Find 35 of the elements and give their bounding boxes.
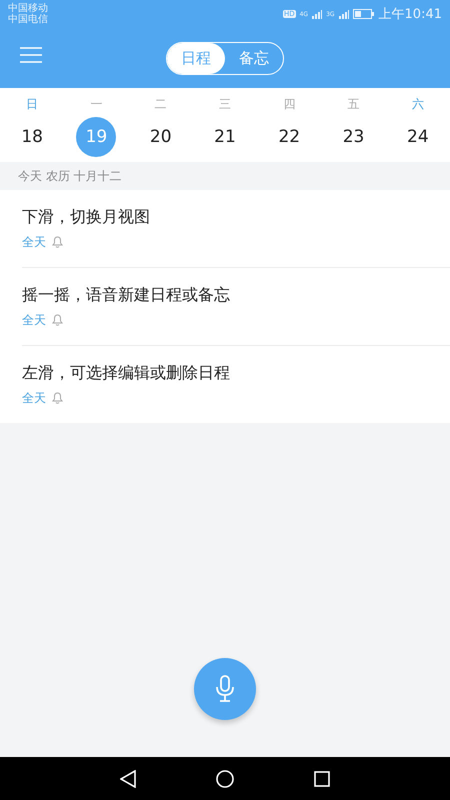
event-time: 全天 bbox=[22, 234, 46, 250]
battery-icon bbox=[352, 9, 375, 19]
signal-icon bbox=[312, 10, 322, 18]
weekday-label: 日 bbox=[26, 96, 38, 113]
bell-icon bbox=[52, 236, 63, 248]
event-title: 摇一摇，语音新建日程或备忘 bbox=[22, 284, 231, 306]
lunar-date: 今天 农历 十月十二 bbox=[18, 168, 122, 184]
bell-icon bbox=[52, 392, 63, 404]
weekday-label: 二 bbox=[154, 96, 167, 113]
weekday-label: 四 bbox=[283, 96, 296, 113]
signal-icon bbox=[338, 10, 349, 18]
menu-icon[interactable] bbox=[20, 47, 42, 63]
event-title: 下滑，切换月视图 bbox=[22, 206, 151, 228]
back-icon[interactable] bbox=[120, 770, 136, 788]
event-time: 全天 bbox=[22, 390, 46, 406]
microphone-icon bbox=[215, 675, 235, 703]
date-cell[interactable]: 20 bbox=[140, 117, 181, 157]
weekday-label: 一 bbox=[90, 96, 102, 113]
clock: 上午10:41 bbox=[378, 6, 442, 23]
date-cell[interactable]: 23 bbox=[334, 117, 374, 157]
date-cell[interactable]: 18 bbox=[12, 117, 52, 157]
bell-icon bbox=[52, 314, 63, 326]
home-icon[interactable] bbox=[216, 770, 234, 788]
date-cell[interactable]: 21 bbox=[204, 117, 245, 157]
carrier-name: 中国电信 bbox=[8, 14, 48, 25]
event-time: 全天 bbox=[22, 312, 46, 328]
recents-icon[interactable] bbox=[314, 770, 330, 786]
event-title: 左滑，可选择编辑或删除日程 bbox=[22, 362, 231, 384]
date-cell[interactable]: 24 bbox=[398, 117, 438, 157]
weekday-label: 六 bbox=[412, 96, 424, 113]
microphone-button[interactable] bbox=[194, 658, 256, 720]
weekday-label: 五 bbox=[348, 96, 360, 113]
date-cell[interactable]: 22 bbox=[269, 117, 310, 157]
weekday-label: 三 bbox=[218, 96, 231, 113]
carrier-name: 中国移动 bbox=[8, 3, 48, 14]
